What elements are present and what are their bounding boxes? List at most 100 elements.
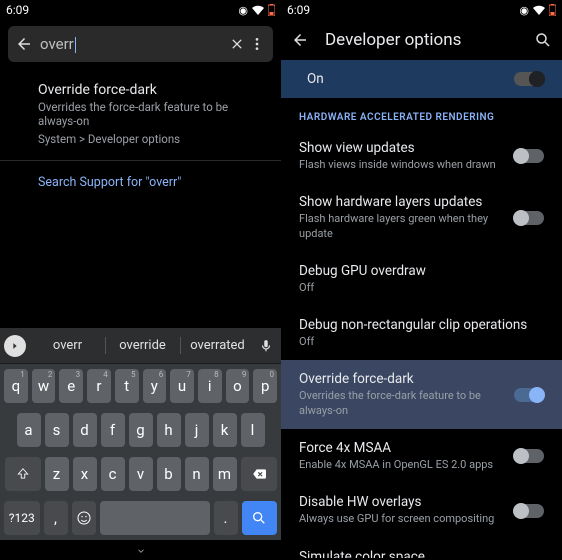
key-l[interactable]: l — [241, 413, 265, 447]
key-f[interactable]: f — [101, 413, 125, 447]
result-description: Overrides the force-dark feature to be a… — [38, 100, 243, 128]
keyboard: overr override overrated q1w2e3r4t5y6u7i… — [0, 328, 281, 560]
key-row-3: zxcvbnm — [0, 452, 281, 496]
key-k[interactable]: k — [213, 413, 237, 447]
page-title: Developer options — [325, 30, 518, 50]
setting-label: Show view updates — [299, 140, 514, 156]
setting-sub: Always use GPU for screen compositing — [299, 512, 514, 526]
suggestion-2[interactable]: override — [105, 332, 180, 359]
battery-icon — [268, 4, 275, 16]
search-result[interactable]: Override force-dark Overrides the force-… — [0, 68, 281, 160]
key-e[interactable]: e3 — [59, 369, 83, 403]
key-o[interactable]: o9 — [226, 369, 250, 403]
period-key[interactable]: . — [214, 501, 238, 535]
search-action-key[interactable] — [242, 501, 278, 535]
status-bar: 6:09 ◉ — [281, 0, 562, 20]
setting-toggle[interactable] — [514, 149, 544, 163]
wifi-icon — [252, 5, 264, 15]
setting-label: Override force-dark — [299, 371, 514, 387]
master-switch[interactable]: On — [281, 60, 562, 98]
setting-label: Force 4x MSAA — [299, 440, 514, 456]
setting-show-view-updates[interactable]: Show view updatesFlash views inside wind… — [281, 129, 562, 183]
key-r[interactable]: r4 — [87, 369, 111, 403]
result-title: Override force-dark — [38, 82, 243, 98]
setting-toggle[interactable] — [514, 388, 544, 402]
setting-override-force-dark[interactable]: Override force-dark Overrides the force-d… — [281, 360, 562, 429]
key-row-2: asdfghjkl — [0, 408, 281, 452]
battery-icon — [549, 4, 556, 16]
emoji-key[interactable] — [72, 501, 96, 535]
key-s[interactable]: s — [45, 413, 69, 447]
more-icon[interactable] — [247, 34, 267, 54]
key-a[interactable]: a — [17, 413, 41, 447]
back-icon[interactable] — [14, 34, 34, 54]
setting-label: Disable HW overlays — [299, 494, 514, 510]
search-bar: overr — [8, 26, 273, 62]
suggestion-bar: overr override overrated — [0, 328, 281, 364]
key-z[interactable]: z — [45, 457, 69, 491]
search-support-link[interactable]: Search Support for "overr" — [0, 161, 281, 204]
setting-label: Simulate color space — [299, 549, 544, 558]
key-u[interactable]: u7 — [170, 369, 194, 403]
nav-bar — [0, 540, 281, 560]
text-cursor — [75, 37, 76, 53]
search-input[interactable]: overr — [34, 35, 227, 53]
setting-sub: Enable 4x MSAA in OpenGL ES 2.0 apps — [299, 458, 514, 472]
setting-sub: Overrides the force-dark feature to be a… — [299, 389, 514, 418]
backspace-key[interactable] — [241, 457, 277, 491]
setting-sub: Off — [299, 281, 544, 295]
key-y[interactable]: y6 — [143, 369, 167, 403]
key-g[interactable]: g — [129, 413, 153, 447]
key-p[interactable]: p0 — [253, 369, 277, 403]
key-i[interactable]: i8 — [198, 369, 222, 403]
key-d[interactable]: d — [73, 413, 97, 447]
setting-debug-gpu-overdraw[interactable]: Debug GPU overdraw Off — [281, 252, 562, 306]
status-time: 6:09 — [287, 3, 310, 17]
suggestion-3[interactable]: overrated — [180, 332, 255, 359]
back-icon[interactable] — [291, 31, 309, 49]
setting-disable-hw-overlays[interactable]: Disable HW overlays Always use GPU for sc… — [281, 483, 562, 537]
key-row-4: ?123 , . — [0, 496, 281, 540]
master-toggle[interactable] — [514, 72, 544, 86]
on-label: On — [299, 71, 514, 87]
key-n[interactable]: n — [185, 457, 209, 491]
key-h[interactable]: h — [157, 413, 181, 447]
key-b[interactable]: b — [157, 457, 181, 491]
setting-label: Debug GPU overdraw — [299, 263, 544, 279]
result-path: System > Developer options — [38, 132, 243, 146]
setting-label: Debug non-rectangular clip operations — [299, 317, 544, 333]
key-j[interactable]: j — [185, 413, 209, 447]
key-q[interactable]: q1 — [4, 369, 28, 403]
setting-show-hardware-layers-updates[interactable]: Show hardware layers updatesFlash hardwa… — [281, 183, 562, 252]
setting-simulate-color-space[interactable]: Simulate color spaceDisabled — [281, 538, 562, 558]
suggestion-1[interactable]: overr — [30, 332, 105, 359]
key-v[interactable]: v — [129, 457, 153, 491]
key-c[interactable]: c — [101, 457, 125, 491]
space-key[interactable] — [100, 501, 210, 535]
key-row-1: q1w2e3r4t5y6u7i8o9p0 — [0, 364, 281, 408]
comma-key[interactable]: , — [44, 501, 68, 535]
key-x[interactable]: x — [73, 457, 97, 491]
expand-suggestions-icon[interactable] — [4, 335, 26, 357]
eye-icon: ◉ — [519, 4, 529, 17]
eye-icon: ◉ — [238, 4, 248, 17]
setting-debug-non-rectangular-clip-operations[interactable]: Debug non-rectangular clip operations Off — [281, 306, 562, 360]
section-hardware: HARDWARE ACCELERATED RENDERING — [281, 98, 562, 129]
setting-sub: Off — [299, 335, 544, 349]
collapse-keyboard-icon[interactable] — [134, 546, 148, 556]
setting-toggle[interactable] — [514, 504, 544, 518]
mic-icon[interactable] — [255, 335, 277, 357]
status-icons: ◉ — [238, 4, 275, 17]
search-icon[interactable] — [534, 31, 552, 49]
status-time: 6:09 — [6, 3, 29, 17]
setting-toggle[interactable] — [514, 449, 544, 463]
key-w[interactable]: w2 — [32, 369, 56, 403]
key-t[interactable]: t5 — [115, 369, 139, 403]
numeric-key[interactable]: ?123 — [4, 501, 40, 535]
settings-header: Developer options — [281, 20, 562, 60]
shift-key[interactable] — [5, 457, 41, 491]
clear-icon[interactable] — [227, 34, 247, 54]
key-m[interactable]: m — [213, 457, 237, 491]
setting-toggle[interactable] — [514, 211, 544, 225]
setting-force-4x-msaa[interactable]: Force 4x MSAA Enable 4x MSAA in OpenGL ES… — [281, 429, 562, 483]
